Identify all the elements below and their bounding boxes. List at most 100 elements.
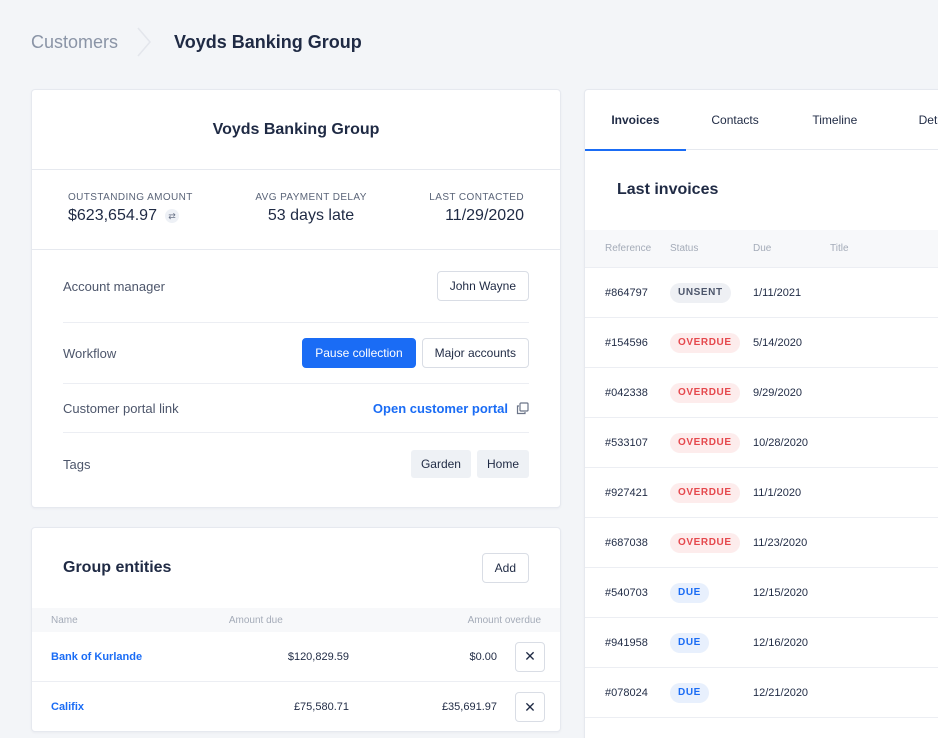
entity-name-link[interactable]: Califix xyxy=(51,701,231,713)
invoice-due-date: 5/14/2020 xyxy=(753,336,802,349)
tag-home[interactable]: Home xyxy=(476,450,529,478)
entities-table-header: Name Amount due Amount overdue xyxy=(32,608,560,632)
stats-row: Outstanding amount $623,654.97 ⇄ Avg pay… xyxy=(32,170,560,250)
remove-entity-button[interactable]: ✕ xyxy=(515,641,545,672)
table-row[interactable]: #687038 OVERDUE 11/23/2020 xyxy=(585,518,938,568)
invoice-reference: #533107 xyxy=(605,436,648,449)
invoice-status: DUE xyxy=(670,632,753,653)
status-badge: OVERDUE xyxy=(670,432,740,453)
invoice-reference: #687038 xyxy=(605,536,648,549)
close-icon: ✕ xyxy=(524,698,536,715)
invoice-reference: #864797 xyxy=(605,286,648,299)
invoice-status: DUE xyxy=(670,682,753,703)
table-row[interactable]: #533107 OVERDUE 10/28/2020 xyxy=(585,418,938,468)
tab-details[interactable]: Deta xyxy=(885,90,938,150)
entity-amount-due: £75,580.71 xyxy=(293,701,349,713)
status-badge: OVERDUE xyxy=(670,482,740,503)
table-row: Califix £75,580.71 £35,691.97 ✕ xyxy=(32,682,560,732)
column-header-status: Status xyxy=(670,243,699,254)
column-header-name: Name xyxy=(51,614,78,626)
invoices-table-body: #864797 UNSENT 1/11/2021 #154596 OVERDUE 5/14… xyxy=(585,268,938,718)
stat-outstanding: Outstanding amount $623,654.97 ⇄ xyxy=(68,192,193,249)
table-row[interactable]: #078024 DUE 12/21/2020 xyxy=(585,668,938,718)
workflow-row: Workflow Pause collection Major accounts xyxy=(63,323,529,384)
stat-value: 11/29/2020 xyxy=(445,207,524,224)
column-header-amount-overdue: Amount overdue xyxy=(467,614,542,626)
group-entities-title: Group entities xyxy=(63,559,172,576)
invoice-due-date: 11/1/2020 xyxy=(753,486,802,499)
table-row[interactable]: #154596 OVERDUE 5/14/2020 xyxy=(585,318,938,368)
table-row: Bank of Kurlande $120,829.59 $0.00 ✕ xyxy=(32,632,560,682)
table-row[interactable]: #042338 OVERDUE 9/29/2020 xyxy=(585,368,938,418)
invoice-due-date: 12/16/2020 xyxy=(753,636,809,649)
copy-icon[interactable] xyxy=(516,401,529,415)
status-badge: OVERDUE xyxy=(670,532,740,553)
status-badge: OVERDUE xyxy=(670,332,740,353)
account-manager-label: Account manager xyxy=(63,278,165,294)
tag-garden[interactable]: Garden xyxy=(410,450,471,478)
breadcrumb-customers-link[interactable]: Customers xyxy=(31,32,118,53)
stat-last-contacted: Last contacted 11/29/2020 xyxy=(429,192,524,249)
invoice-due-date: 9/29/2020 xyxy=(753,386,802,399)
column-header-reference: Reference xyxy=(605,243,652,254)
tab-invoices[interactable]: Invoices xyxy=(585,90,686,151)
invoice-reference: #042338 xyxy=(605,386,648,399)
breadcrumb: Customers Voyds Banking Group xyxy=(31,27,362,57)
stat-label: Outstanding amount xyxy=(68,192,193,203)
tags-list: Garden Home xyxy=(410,450,529,478)
entity-amount-due: $120,829.59 xyxy=(287,650,349,663)
invoice-reference: #078024 xyxy=(605,686,648,699)
close-icon: ✕ xyxy=(524,648,536,664)
workflow-label: Workflow xyxy=(63,345,117,361)
status-badge: DUE xyxy=(670,582,709,603)
detail-rows: Account manager John Wayne Workflow Paus… xyxy=(32,250,560,495)
invoice-due-date: 11/23/2020 xyxy=(753,536,808,549)
page-title: Voyds Banking Group xyxy=(174,31,362,52)
invoice-reference: #927421 xyxy=(605,486,648,499)
portal-row: Customer portal link Open customer porta… xyxy=(63,384,529,433)
currency-swap-icon[interactable]: ⇄ xyxy=(164,209,179,223)
account-manager-button[interactable]: John Wayne xyxy=(436,271,529,301)
invoice-due-date: 12/21/2020 xyxy=(753,686,809,699)
entity-amount-overdue: $0.00 xyxy=(469,650,497,663)
invoice-status: OVERDUE xyxy=(670,332,753,353)
chevron-right-icon xyxy=(137,27,152,57)
column-header-amount-due: Amount due xyxy=(228,614,283,626)
table-row[interactable]: #864797 UNSENT 1/11/2021 xyxy=(585,268,938,318)
stat-label: Avg payment delay xyxy=(255,192,367,203)
group-entities-card: Group entities Add Name Amount due Amoun… xyxy=(31,527,561,732)
entity-name-link[interactable]: Bank of Kurlande xyxy=(51,651,231,663)
invoice-status: OVERDUE xyxy=(670,482,753,503)
status-badge: DUE xyxy=(670,632,709,653)
tab-contacts[interactable]: Contacts xyxy=(686,90,785,150)
workflow-buttons: Pause collection Major accounts xyxy=(302,338,529,368)
invoice-due-date: 1/11/2021 xyxy=(753,286,802,299)
stat-label: Last contacted xyxy=(429,192,524,203)
invoice-status: OVERDUE xyxy=(670,382,753,403)
stat-value: 53 days late xyxy=(267,207,355,224)
tags-label: Tags xyxy=(63,456,91,472)
portal-label: Customer portal link xyxy=(63,400,179,416)
customer-summary-card: Voyds Banking Group Outstanding amount $… xyxy=(31,89,561,508)
table-row[interactable]: #941958 DUE 12/16/2020 xyxy=(585,618,938,668)
tab-timeline[interactable]: Timeline xyxy=(784,90,885,150)
open-portal-link[interactable]: Open customer portal xyxy=(373,401,529,416)
last-invoices-title: Last invoices xyxy=(617,181,719,198)
invoice-status: OVERDUE xyxy=(670,532,753,553)
remove-entity-button[interactable]: ✕ xyxy=(515,692,545,722)
table-row[interactable]: #540703 DUE 12/15/2020 xyxy=(585,568,938,618)
pause-collection-button[interactable]: Pause collection xyxy=(302,338,416,368)
table-row[interactable]: #927421 OVERDUE 11/1/2020 xyxy=(585,468,938,518)
invoice-due-date: 10/28/2020 xyxy=(753,436,809,449)
workflow-select-button[interactable]: Major accounts xyxy=(421,338,529,368)
stat-value: $623,654.97 xyxy=(68,207,157,224)
group-entities-header: Group entities Add xyxy=(32,528,560,608)
invoice-status: DUE xyxy=(670,582,753,603)
add-entity-button[interactable]: Add xyxy=(481,553,529,583)
open-portal-link-label: Open customer portal xyxy=(372,400,508,416)
entity-amount-overdue: £35,691.97 xyxy=(441,701,497,713)
invoice-reference: #154596 xyxy=(605,336,648,349)
column-header-title: Title xyxy=(830,243,849,254)
status-badge: OVERDUE xyxy=(670,382,740,403)
invoice-reference: #941958 xyxy=(605,636,648,649)
